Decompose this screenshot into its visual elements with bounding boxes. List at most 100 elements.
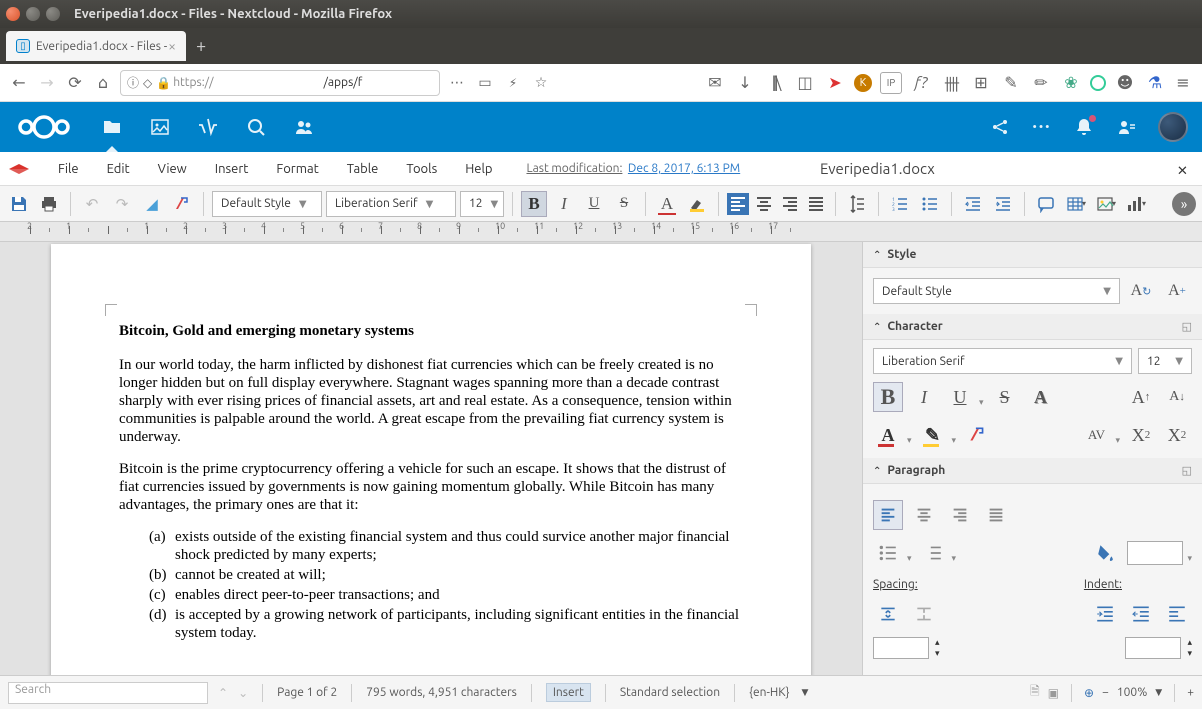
paragraph-style-combo[interactable]: Default Style▼ bbox=[212, 191, 322, 217]
gallery-app-icon[interactable] bbox=[150, 117, 170, 137]
find-prev-icon[interactable]: ⌃ bbox=[218, 686, 228, 700]
status-language[interactable]: {en-HK} bbox=[749, 686, 789, 699]
nav-forward-button[interactable]: → bbox=[36, 72, 58, 94]
decrease-font-icon[interactable]: A↓ bbox=[1162, 382, 1192, 412]
reader-view-icon[interactable]: ▭ bbox=[474, 72, 496, 94]
pocket-icon[interactable]: ✉ bbox=[704, 72, 726, 94]
doc-list-item[interactable]: (c)enables direct peer-to-peer transacti… bbox=[149, 586, 743, 604]
font-size-combo[interactable]: 12▼ bbox=[460, 191, 504, 217]
decrease-indent-icon[interactable] bbox=[960, 191, 986, 217]
toolbar-overflow-button[interactable]: » bbox=[1172, 192, 1196, 216]
status-insert-mode[interactable]: Insert bbox=[546, 683, 591, 702]
style-combo[interactable]: Default Style▼ bbox=[873, 278, 1120, 304]
indent-before-input[interactable] bbox=[1125, 637, 1181, 659]
sidebar-icon[interactable]: ◫ bbox=[794, 72, 816, 94]
search-app-icon[interactable] bbox=[246, 117, 266, 137]
redo-icon[interactable]: ↷ bbox=[109, 191, 135, 217]
insert-table-icon[interactable]: ▾ bbox=[1063, 191, 1089, 217]
erase-icon[interactable]: ◢ bbox=[139, 191, 165, 217]
sidebar-bold-button[interactable]: B bbox=[873, 382, 903, 412]
contacts-menu-icon[interactable] bbox=[1116, 117, 1136, 137]
undo-icon[interactable]: ↶ bbox=[79, 191, 105, 217]
sidebar-numbering-icon[interactable] bbox=[918, 538, 948, 568]
indent-increase-icon[interactable] bbox=[1090, 599, 1120, 629]
increase-indent-icon[interactable] bbox=[990, 191, 1016, 217]
ext2-icon[interactable]: K bbox=[854, 74, 872, 92]
sidebar-font-color-icon[interactable]: A bbox=[873, 420, 903, 450]
bullet-list-icon[interactable] bbox=[917, 191, 943, 217]
menu-view[interactable]: View bbox=[144, 162, 201, 176]
status-wordcount[interactable]: 795 words, 4,951 characters bbox=[366, 686, 517, 699]
align-left-icon[interactable] bbox=[727, 193, 749, 215]
font-color-icon[interactable]: A bbox=[654, 191, 680, 217]
char-spacing-icon[interactable]: AV bbox=[1081, 420, 1111, 450]
char-font-combo[interactable]: Liberation Serif▼ bbox=[873, 348, 1132, 374]
ext4-icon[interactable]: f? bbox=[910, 72, 932, 94]
window-minimize-button[interactable] bbox=[26, 7, 40, 21]
insert-chart-icon[interactable]: ▾ bbox=[1123, 191, 1149, 217]
sidebar-italic-button[interactable]: I bbox=[909, 382, 939, 412]
highlight-color-icon[interactable] bbox=[684, 191, 710, 217]
window-maximize-button[interactable] bbox=[46, 7, 60, 21]
para-bg-color-icon[interactable] bbox=[1091, 538, 1121, 568]
hanging-indent-icon[interactable] bbox=[1162, 599, 1192, 629]
new-style-icon[interactable]: A+ bbox=[1162, 276, 1192, 306]
print-icon[interactable] bbox=[36, 191, 62, 217]
sidebar-shadow-button[interactable]: A bbox=[1026, 382, 1056, 412]
menu-table[interactable]: Table bbox=[333, 162, 393, 176]
sidebar-align-center-icon[interactable] bbox=[909, 500, 939, 530]
more-apps-icon[interactable]: ••• bbox=[1032, 117, 1052, 137]
browser-menu-button[interactable]: ≡ bbox=[1172, 72, 1194, 94]
ext11-icon[interactable]: ☻ bbox=[1114, 72, 1136, 94]
user-avatar[interactable] bbox=[1158, 112, 1188, 142]
ext7-icon[interactable]: ✎ bbox=[1000, 72, 1022, 94]
horizontal-ruler[interactable]: 211234567891011121314151617 bbox=[0, 222, 1202, 242]
spacing-above-input[interactable] bbox=[873, 637, 929, 659]
ext8-icon[interactable]: ✏ bbox=[1030, 72, 1052, 94]
insert-comment-icon[interactable] bbox=[1033, 191, 1059, 217]
numbered-list-icon[interactable]: 123 bbox=[887, 191, 913, 217]
share-icon[interactable] bbox=[990, 117, 1010, 137]
zoom-out-button[interactable]: − bbox=[1102, 686, 1109, 699]
zoom-fit-icon[interactable]: ⊕ bbox=[1084, 686, 1094, 700]
panel-popout-icon[interactable]: ◱ bbox=[1182, 320, 1192, 333]
ext6-icon[interactable]: ⊞ bbox=[970, 72, 992, 94]
ext10-icon[interactable] bbox=[1090, 75, 1106, 91]
sidebar-bullets-icon[interactable] bbox=[873, 538, 903, 568]
menu-file[interactable]: File bbox=[44, 162, 93, 176]
status-sig-icon[interactable]: 🗎 bbox=[1030, 682, 1040, 703]
shield-icon[interactable]: ◇ bbox=[143, 76, 152, 90]
spacing-decrease-icon[interactable] bbox=[909, 599, 939, 629]
underline-button[interactable]: U bbox=[581, 191, 607, 217]
address-bar[interactable]: ⓘ ◇ 🔒 https:// /apps/f bbox=[120, 70, 440, 96]
line-spacing-icon[interactable] bbox=[844, 191, 870, 217]
flash-icon[interactable]: ⚡ bbox=[502, 72, 524, 94]
status-save-icon[interactable]: ▣ bbox=[1048, 686, 1059, 700]
status-page[interactable]: Page 1 of 2 bbox=[277, 686, 337, 699]
nav-back-button[interactable]: ← bbox=[8, 72, 30, 94]
editor-close-button[interactable]: × bbox=[1177, 157, 1194, 180]
menu-help[interactable]: Help bbox=[451, 162, 506, 176]
style-panel-header[interactable]: ⌃Style bbox=[863, 242, 1202, 268]
align-center-icon[interactable] bbox=[753, 193, 775, 215]
italic-button[interactable]: I bbox=[551, 191, 577, 217]
sidebar-underline-button[interactable]: U bbox=[945, 382, 975, 412]
clone-format-icon[interactable] bbox=[169, 191, 195, 217]
browser-tab[interactable]: ▯ Everipedia1.docx - Files - × bbox=[6, 31, 186, 61]
menu-format[interactable]: Format bbox=[262, 162, 332, 176]
paragraph-panel-header[interactable]: ⌃Paragraph◱ bbox=[863, 458, 1202, 484]
sidebar-align-right-icon[interactable] bbox=[945, 500, 975, 530]
sidebar-clear-format-icon[interactable] bbox=[962, 420, 992, 450]
nextcloud-logo[interactable] bbox=[14, 113, 74, 141]
info-icon[interactable]: ⓘ bbox=[127, 74, 139, 91]
char-size-combo[interactable]: 12▼ bbox=[1138, 348, 1192, 374]
nav-home-button[interactable]: ⌂ bbox=[92, 72, 114, 94]
doc-list-item[interactable]: (d)is accepted by a growing network of p… bbox=[149, 606, 743, 642]
increase-font-icon[interactable]: A↑ bbox=[1126, 382, 1156, 412]
status-selection[interactable]: Standard selection bbox=[620, 686, 720, 699]
notifications-icon[interactable] bbox=[1074, 117, 1094, 137]
tab-close-button[interactable]: × bbox=[168, 38, 176, 54]
subscript-icon[interactable]: X2 bbox=[1162, 420, 1192, 450]
downloads-icon[interactable]: ↓ bbox=[734, 72, 756, 94]
menu-edit[interactable]: Edit bbox=[93, 162, 144, 176]
